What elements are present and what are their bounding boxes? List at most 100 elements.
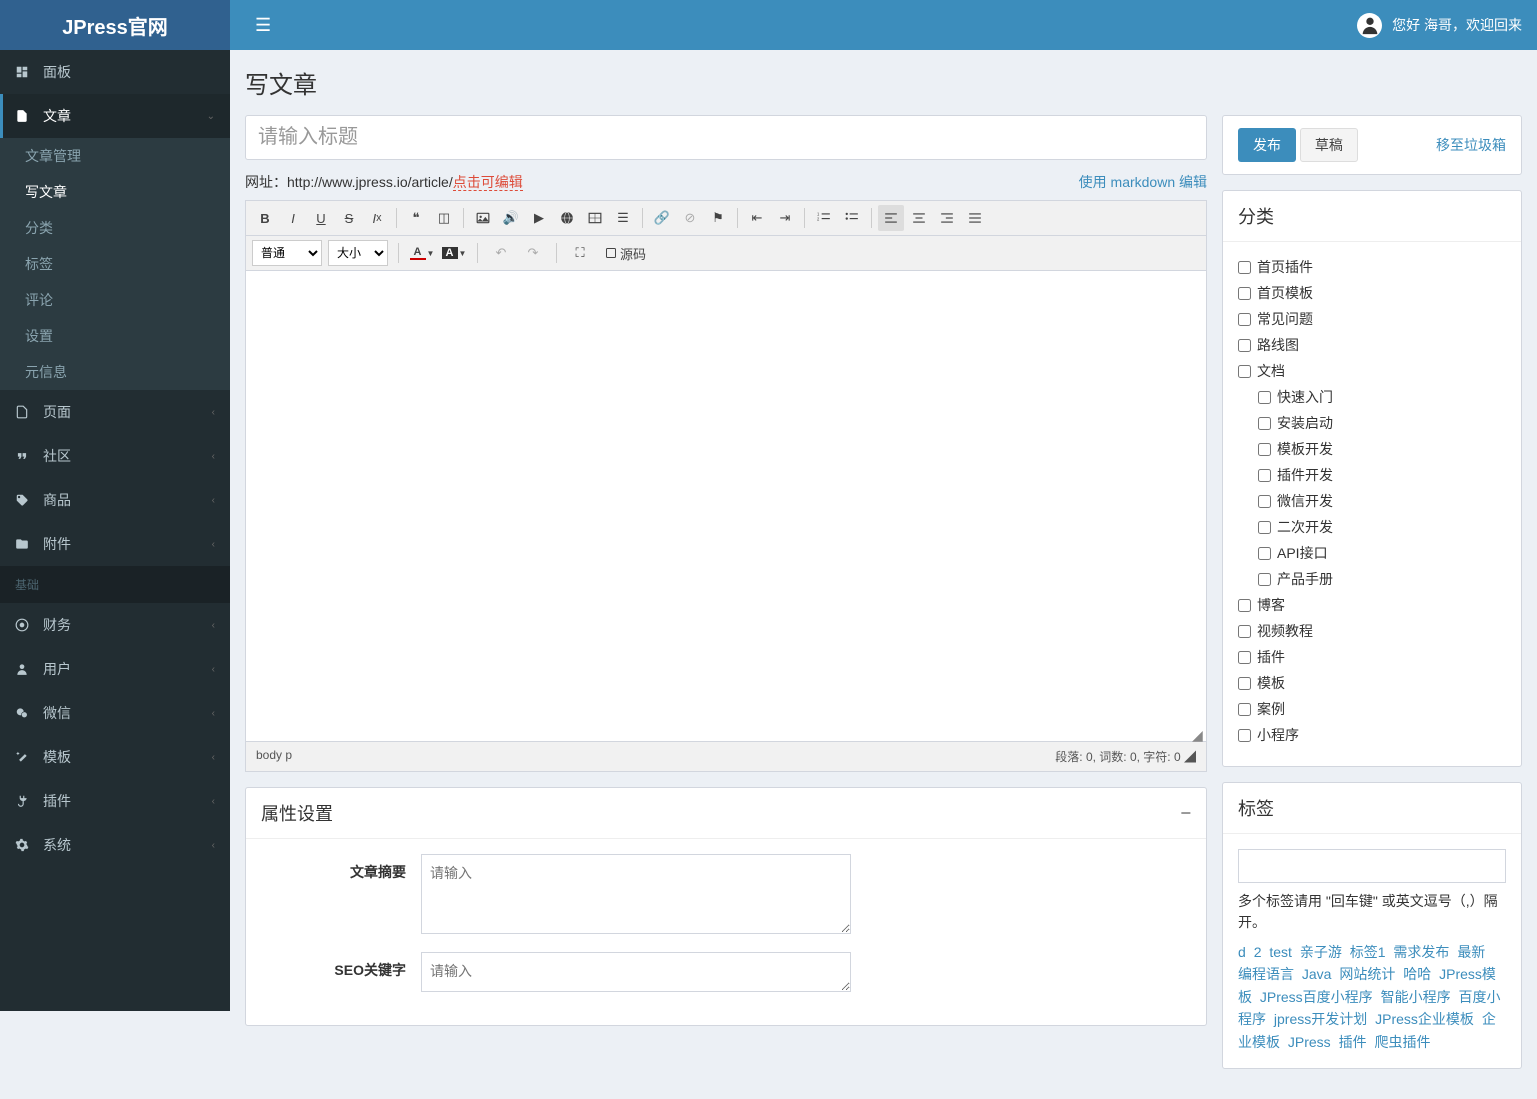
- image-icon[interactable]: [470, 205, 496, 231]
- publish-button[interactable]: 发布: [1238, 128, 1296, 162]
- sidebar-item-商品[interactable]: 商品‹: [0, 478, 230, 522]
- category-模板[interactable]: 模板: [1238, 673, 1506, 693]
- flag-icon[interactable]: ⚑: [705, 205, 731, 231]
- sidebar-item-附件[interactable]: 附件‹: [0, 522, 230, 566]
- category-二次开发[interactable]: 二次开发: [1258, 517, 1506, 537]
- category-首页模板[interactable]: 首页模板: [1238, 283, 1506, 303]
- summary-textarea[interactable]: [421, 854, 851, 934]
- align-justify-icon[interactable]: [962, 205, 988, 231]
- tag-爬虫插件[interactable]: 爬虫插件: [1374, 1034, 1430, 1050]
- sidebar-subitem-标签[interactable]: 标签: [0, 246, 230, 282]
- format-select[interactable]: 普通: [252, 240, 322, 266]
- sidebar-subitem-文章管理[interactable]: 文章管理: [0, 138, 230, 174]
- ul-icon[interactable]: [839, 205, 865, 231]
- category-小程序[interactable]: 小程序: [1238, 725, 1506, 745]
- category-API接口[interactable]: API接口: [1258, 543, 1506, 563]
- category-模板开发[interactable]: 模板开发: [1258, 439, 1506, 459]
- align-right-icon[interactable]: [934, 205, 960, 231]
- sidebar-subitem-设置[interactable]: 设置: [0, 318, 230, 354]
- tag-最新[interactable]: 最新: [1457, 944, 1485, 960]
- indent-icon[interactable]: ⇥: [772, 205, 798, 231]
- tag-标签1[interactable]: 标签1: [1350, 944, 1386, 960]
- sidebar-item-模板[interactable]: 模板‹: [0, 735, 230, 779]
- navbar-user[interactable]: 您好 海哥，欢迎回来: [1357, 13, 1522, 38]
- sidebar-item-插件[interactable]: 插件‹: [0, 779, 230, 823]
- category-案例[interactable]: 案例: [1238, 699, 1506, 719]
- align-center-icon[interactable]: [906, 205, 932, 231]
- logo[interactable]: JPress官网: [0, 0, 230, 50]
- editor-path[interactable]: body p: [256, 748, 292, 765]
- seo-textarea[interactable]: [421, 952, 851, 992]
- sidebar-subitem-元信息[interactable]: 元信息: [0, 354, 230, 390]
- url-slug-edit[interactable]: 点击可编辑: [453, 174, 523, 191]
- undo-icon[interactable]: ↶: [488, 240, 514, 266]
- sidebar-subitem-评论[interactable]: 评论: [0, 282, 230, 318]
- category-产品手册[interactable]: 产品手册: [1258, 569, 1506, 589]
- category-首页插件[interactable]: 首页插件: [1238, 257, 1506, 277]
- draft-button[interactable]: 草稿: [1300, 128, 1358, 162]
- unlink-icon[interactable]: ⊘: [677, 205, 703, 231]
- tag-d[interactable]: d: [1238, 944, 1246, 960]
- sidebar-item-文章[interactable]: 文章⌄: [0, 94, 230, 138]
- tag-test[interactable]: test: [1269, 944, 1292, 960]
- tag-网站统计[interactable]: 网站统计: [1339, 966, 1395, 982]
- category-文档[interactable]: 文档: [1238, 361, 1506, 381]
- outdent-icon[interactable]: ⇤: [744, 205, 770, 231]
- tag-哈哈[interactable]: 哈哈: [1403, 966, 1431, 982]
- source-button[interactable]: 源码: [599, 240, 652, 266]
- tag-智能小程序[interactable]: 智能小程序: [1381, 989, 1451, 1005]
- ol-icon[interactable]: 12: [811, 205, 837, 231]
- sidebar-subitem-分类[interactable]: 分类: [0, 210, 230, 246]
- hamburger-icon[interactable]: ☰: [245, 15, 281, 36]
- category-安装启动[interactable]: 安装启动: [1258, 413, 1506, 433]
- sidebar-subitem-写文章[interactable]: 写文章: [0, 174, 230, 210]
- category-视频教程[interactable]: 视频教程: [1238, 621, 1506, 641]
- hr-icon[interactable]: ☰: [610, 205, 636, 231]
- underline-icon[interactable]: U: [308, 205, 334, 231]
- link-icon[interactable]: 🔗: [649, 205, 675, 231]
- use-markdown-link[interactable]: 使用 markdown 编辑: [1079, 172, 1207, 192]
- tag-2[interactable]: 2: [1254, 944, 1262, 960]
- tag-需求发布[interactable]: 需求发布: [1393, 944, 1449, 960]
- text-color-icon[interactable]: A▼: [409, 240, 435, 266]
- category-快速入门[interactable]: 快速入门: [1258, 387, 1506, 407]
- resize-handle-icon[interactable]: ◢: [1192, 727, 1204, 739]
- table-icon[interactable]: [582, 205, 608, 231]
- tag-亲子游[interactable]: 亲子游: [1300, 944, 1342, 960]
- bg-color-icon[interactable]: A▼: [441, 240, 467, 266]
- sidebar-item-页面[interactable]: 页面‹: [0, 390, 230, 434]
- sidebar-item-面板[interactable]: 面板: [0, 50, 230, 94]
- code-icon[interactable]: ◫: [431, 205, 457, 231]
- collapse-icon[interactable]: −: [1180, 803, 1191, 824]
- category-微信开发[interactable]: 微信开发: [1258, 491, 1506, 511]
- category-插件开发[interactable]: 插件开发: [1258, 465, 1506, 485]
- tag-jpress开发计划[interactable]: jpress开发计划: [1274, 1011, 1367, 1027]
- quote-icon[interactable]: ❝: [403, 205, 429, 231]
- tags-input[interactable]: [1238, 849, 1506, 883]
- bold-icon[interactable]: B: [252, 205, 278, 231]
- move-to-trash-link[interactable]: 移至垃圾箱: [1436, 135, 1506, 155]
- category-路线图[interactable]: 路线图: [1238, 335, 1506, 355]
- align-left-icon[interactable]: [878, 205, 904, 231]
- clear-format-icon[interactable]: Ix: [364, 205, 390, 231]
- fullscreen-icon[interactable]: ⛶: [567, 240, 593, 266]
- category-插件[interactable]: 插件: [1238, 647, 1506, 667]
- sidebar-item-系统[interactable]: 系统‹: [0, 823, 230, 867]
- tag-JPress百度小程序[interactable]: JPress百度小程序: [1260, 989, 1373, 1005]
- editor-content-area[interactable]: ◢: [246, 271, 1206, 741]
- tag-编程语言[interactable]: 编程语言: [1238, 966, 1294, 982]
- audio-icon[interactable]: 🔊: [498, 205, 524, 231]
- sidebar-item-社区[interactable]: 社区‹: [0, 434, 230, 478]
- strike-icon[interactable]: S: [336, 205, 362, 231]
- globe-icon[interactable]: [554, 205, 580, 231]
- tag-JPress[interactable]: JPress: [1288, 1034, 1331, 1050]
- article-title-input[interactable]: [245, 115, 1207, 160]
- sidebar-item-用户[interactable]: 用户‹: [0, 647, 230, 691]
- redo-icon[interactable]: ↷: [520, 240, 546, 266]
- tag-JPress企业模板[interactable]: JPress企业模板: [1375, 1011, 1474, 1027]
- italic-icon[interactable]: I: [280, 205, 306, 231]
- sidebar-item-微信[interactable]: 微信‹: [0, 691, 230, 735]
- category-常见问题[interactable]: 常见问题: [1238, 309, 1506, 329]
- tag-Java[interactable]: Java: [1302, 966, 1332, 982]
- sidebar-item-财务[interactable]: 财务‹: [0, 603, 230, 647]
